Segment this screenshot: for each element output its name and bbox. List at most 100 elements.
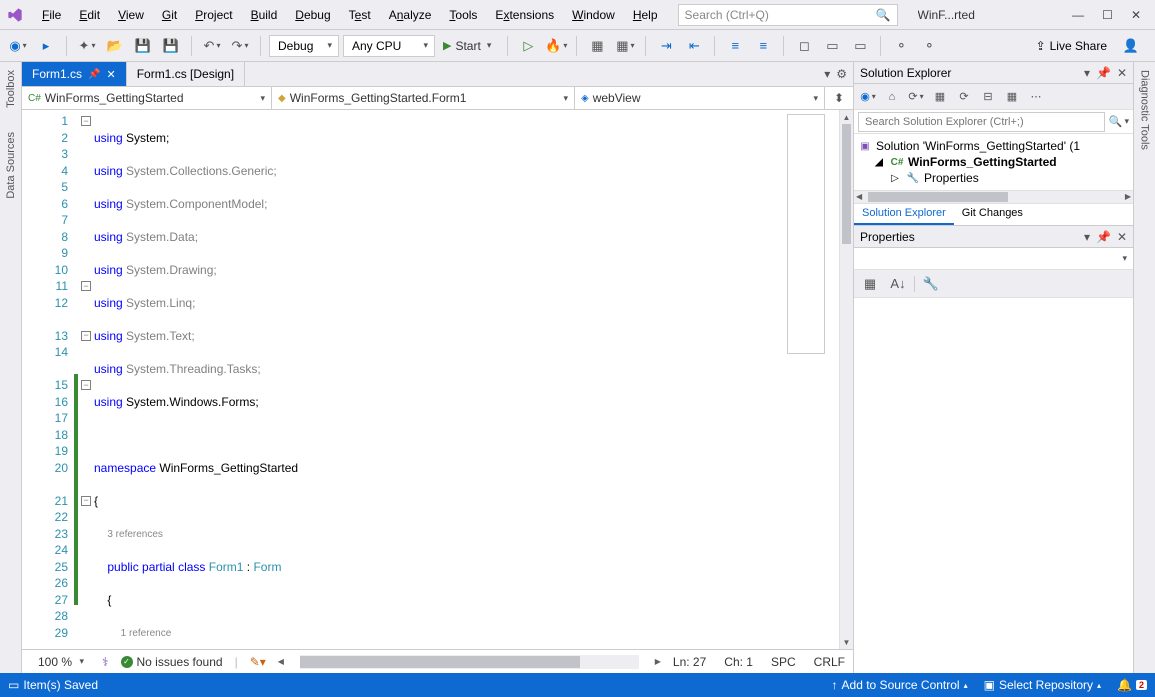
- pin-icon[interactable]: 📌: [88, 69, 100, 80]
- menu-analyze[interactable]: Analyze: [381, 4, 440, 26]
- diagnostic-tools-tab[interactable]: Diagnostic Tools: [1137, 66, 1153, 154]
- fold-toggle[interactable]: −: [81, 116, 91, 126]
- close-button[interactable]: ✕: [1131, 8, 1141, 22]
- uncomment-button[interactable]: ▭: [848, 34, 872, 58]
- tab-solution-explorer[interactable]: Solution Explorer: [854, 203, 954, 225]
- props-tool-button[interactable]: 🔧: [919, 272, 943, 296]
- platform-combo[interactable]: Any CPU: [343, 35, 435, 57]
- menu-tools[interactable]: Tools: [441, 4, 485, 26]
- tab-options-button[interactable]: ⚙: [836, 67, 847, 81]
- toolbox-tab[interactable]: Toolbox: [3, 66, 19, 112]
- tree-properties[interactable]: ▷🔧Properties: [854, 170, 1133, 186]
- scroll-right-button[interactable]: ▶: [655, 657, 661, 666]
- menu-window[interactable]: Window: [564, 4, 623, 26]
- live-share-button[interactable]: ⇪Live Share: [1036, 39, 1107, 53]
- tree-solution[interactable]: ▣Solution 'WinForms_GettingStarted' (1: [854, 138, 1133, 154]
- tool-button[interactable]: ▦: [585, 34, 609, 58]
- maximize-button[interactable]: ☐: [1102, 8, 1113, 22]
- horizontal-scrollbar[interactable]: [300, 655, 639, 669]
- toggle-button[interactable]: ⚬: [889, 34, 913, 58]
- code-editor[interactable]: 1234567891011121314151617181920212223242…: [22, 110, 853, 649]
- fold-toggle[interactable]: −: [81, 331, 91, 341]
- minimize-button[interactable]: —: [1072, 8, 1084, 22]
- se-sync-button[interactable]: ⟳: [906, 87, 926, 107]
- account-button[interactable]: 👤: [1119, 34, 1143, 58]
- menu-help[interactable]: Help: [625, 4, 666, 26]
- pane-menu-button[interactable]: ▾: [1084, 230, 1090, 244]
- tab-git-changes[interactable]: Git Changes: [954, 203, 1031, 225]
- toggle-button[interactable]: ⚬: [917, 34, 941, 58]
- fold-toggle[interactable]: −: [81, 281, 91, 291]
- nav-class-combo[interactable]: ◆WinForms_GettingStarted.Form1: [272, 87, 575, 109]
- menu-git[interactable]: Git: [154, 4, 185, 26]
- open-file-button[interactable]: 📂: [103, 34, 127, 58]
- start-nodebug-button[interactable]: ▷: [516, 34, 540, 58]
- data-sources-tab[interactable]: Data Sources: [3, 128, 19, 203]
- brush-icon[interactable]: ✎▾: [250, 655, 266, 669]
- hscroll-thumb[interactable]: [300, 656, 580, 668]
- se-showall-button[interactable]: ▦: [1002, 87, 1022, 107]
- pin-icon[interactable]: 📌: [1096, 230, 1111, 244]
- nav-project-combo[interactable]: C#WinForms_GettingStarted: [22, 87, 272, 109]
- zoom-combo[interactable]: 100 %: [30, 651, 90, 673]
- fold-toggle[interactable]: −: [81, 496, 91, 506]
- se-tool-button[interactable]: ▦: [930, 87, 950, 107]
- redo-button[interactable]: ↷: [228, 34, 252, 58]
- indent-button[interactable]: ≡: [751, 34, 775, 58]
- menu-view[interactable]: View: [110, 4, 152, 26]
- scroll-down-button[interactable]: ▼: [840, 635, 853, 649]
- step-button[interactable]: ⇤: [682, 34, 706, 58]
- tool-button[interactable]: ▦: [613, 34, 637, 58]
- nav-fwd-button[interactable]: ▸: [34, 34, 58, 58]
- close-icon[interactable]: ✕: [1117, 230, 1127, 244]
- alphabetical-button[interactable]: A↓: [886, 272, 910, 296]
- menu-file[interactable]: File: [34, 4, 69, 26]
- tree-hthumb[interactable]: [868, 192, 1008, 202]
- vertical-scrollbar[interactable]: ▲ ▼: [839, 110, 853, 649]
- start-debug-button[interactable]: ▶Start: [439, 35, 499, 57]
- solution-search-input[interactable]: [858, 112, 1105, 132]
- tab-form1-cs[interactable]: Form1.cs📌✕: [22, 62, 127, 86]
- save-all-button[interactable]: 💾: [159, 34, 183, 58]
- chevron-right-icon[interactable]: ▷: [888, 173, 902, 184]
- nav-back-button[interactable]: ◉: [6, 34, 30, 58]
- code-content[interactable]: using System; using System.Collections.G…: [94, 110, 783, 649]
- notifications-button[interactable]: 🔔2: [1117, 678, 1147, 692]
- split-button[interactable]: ⬍: [825, 91, 853, 105]
- search-box[interactable]: Search (Ctrl+Q) 🔍: [678, 4, 898, 26]
- se-refresh-button[interactable]: ⟳: [954, 87, 974, 107]
- close-icon[interactable]: ✕: [106, 68, 115, 81]
- save-button[interactable]: 💾: [131, 34, 155, 58]
- properties-object-combo[interactable]: [854, 248, 1133, 270]
- minimap[interactable]: [787, 114, 825, 354]
- tree-hscroll[interactable]: ◀ ▶: [854, 190, 1133, 204]
- scroll-left-button[interactable]: ◀: [278, 657, 284, 666]
- select-repository-button[interactable]: ▣Select Repository▴: [984, 678, 1101, 692]
- menu-debug[interactable]: Debug: [287, 4, 338, 26]
- hot-reload-button[interactable]: 🔥: [544, 34, 568, 58]
- new-item-button[interactable]: ✦: [75, 34, 99, 58]
- tab-form1-design[interactable]: Form1.cs [Design]: [127, 62, 245, 86]
- fold-toggle[interactable]: −: [81, 380, 91, 390]
- se-home-button[interactable]: ⌂: [882, 87, 902, 107]
- health-icon[interactable]: ⚕: [102, 655, 109, 669]
- pane-menu-button[interactable]: ▾: [1084, 66, 1090, 80]
- char-indicator[interactable]: Ch: 1: [724, 655, 753, 669]
- line-indicator[interactable]: Ln: 27: [673, 655, 706, 669]
- comment-button[interactable]: ▭: [820, 34, 844, 58]
- se-views-button[interactable]: ◉: [858, 87, 878, 107]
- menu-project[interactable]: Project: [187, 4, 240, 26]
- bookmark-button[interactable]: ◻: [792, 34, 816, 58]
- nav-member-combo[interactable]: ◈webView: [575, 87, 825, 109]
- menu-extensions[interactable]: Extensions: [487, 4, 562, 26]
- close-icon[interactable]: ✕: [1117, 66, 1127, 80]
- menu-build[interactable]: Build: [243, 4, 286, 26]
- config-combo[interactable]: Debug: [269, 35, 339, 57]
- indent-button[interactable]: ≡: [723, 34, 747, 58]
- tab-menu-button[interactable]: ▾: [824, 67, 830, 81]
- menu-edit[interactable]: Edit: [71, 4, 108, 26]
- spaces-indicator[interactable]: SPC: [771, 655, 796, 669]
- categorized-button[interactable]: ▦: [858, 272, 882, 296]
- undo-button[interactable]: ↶: [200, 34, 224, 58]
- scroll-thumb[interactable]: [842, 124, 851, 244]
